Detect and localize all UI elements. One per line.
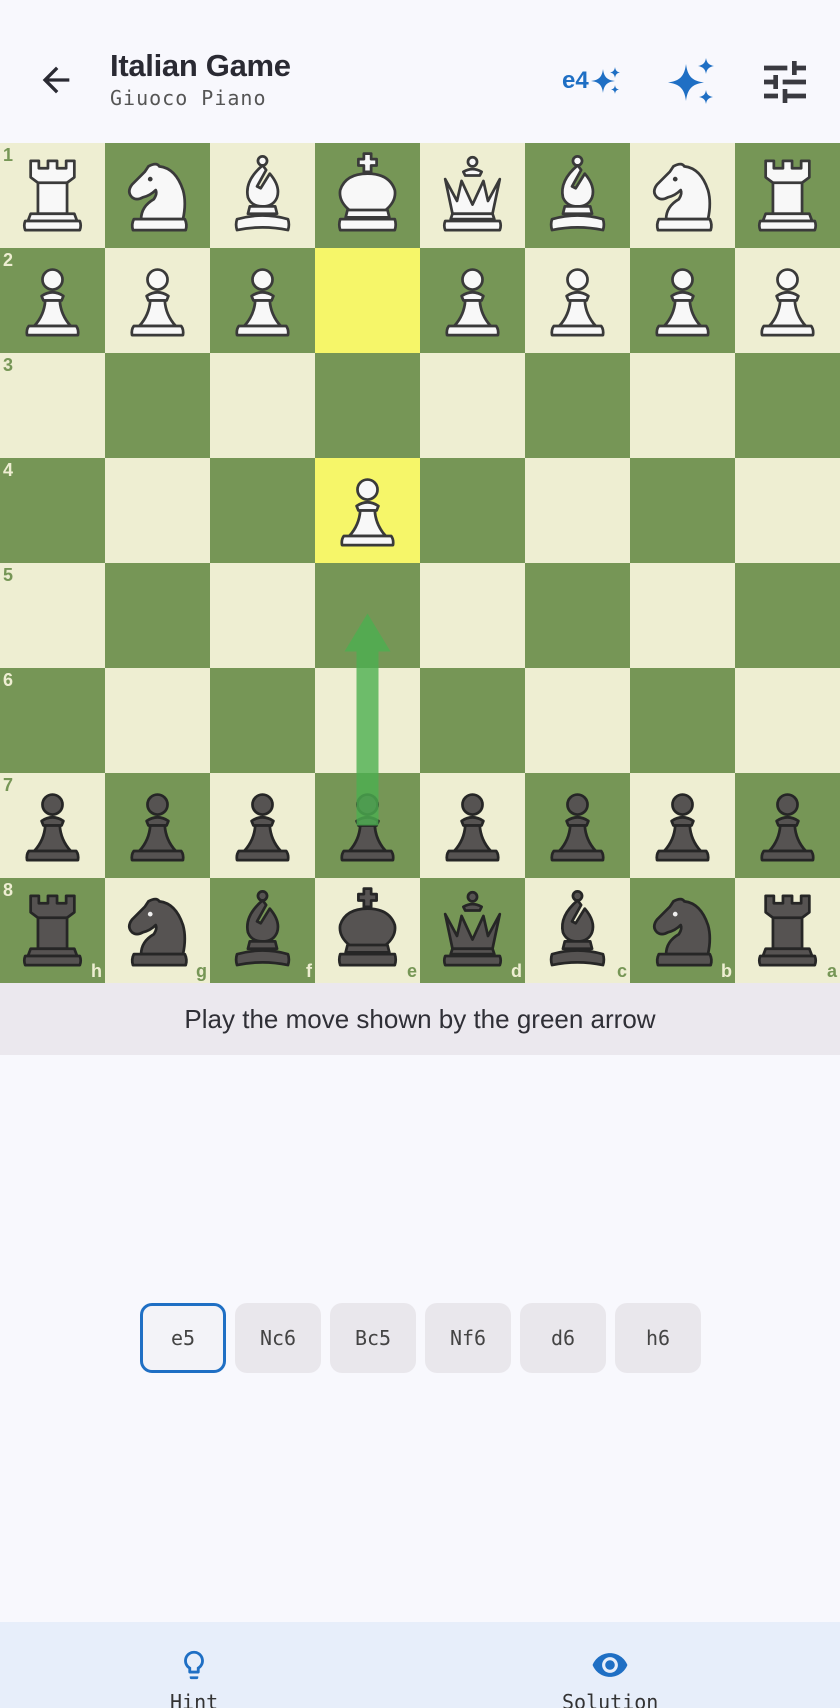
square-b6[interactable] bbox=[630, 668, 735, 773]
square-a4[interactable] bbox=[735, 458, 840, 563]
black-pawn-c7[interactable] bbox=[532, 780, 623, 871]
square-g5[interactable] bbox=[105, 563, 210, 668]
square-b4[interactable] bbox=[630, 458, 735, 563]
square-c4[interactable] bbox=[525, 458, 630, 563]
square-h6[interactable]: 6 bbox=[0, 668, 105, 773]
move-choice-d6[interactable]: d6 bbox=[520, 1303, 606, 1373]
square-d4[interactable] bbox=[420, 458, 525, 563]
black-queen-d8[interactable] bbox=[427, 885, 518, 976]
move-choices: e5 Nc6 Bc5 Nf6 d6 h6 bbox=[140, 1303, 701, 1373]
square-a5[interactable] bbox=[735, 563, 840, 668]
white-pawn-e4[interactable] bbox=[322, 465, 413, 556]
hint-label: Hint bbox=[170, 1690, 219, 1708]
eye-icon bbox=[592, 1653, 628, 1677]
square-f3[interactable] bbox=[210, 353, 315, 458]
square-h3[interactable]: 3 bbox=[0, 353, 105, 458]
square-e2[interactable] bbox=[315, 248, 420, 353]
white-bishop-c1[interactable] bbox=[532, 150, 623, 241]
square-d5[interactable] bbox=[420, 563, 525, 668]
move-choice-e5[interactable]: e5 bbox=[140, 1303, 226, 1373]
white-pawn-h2[interactable] bbox=[7, 255, 98, 346]
instruction-bar: Play the move shown by the green arrow bbox=[0, 983, 840, 1055]
rank-label-6: 6 bbox=[3, 670, 14, 690]
arrow-back-icon bbox=[42, 66, 70, 94]
ai-assist-button[interactable] bbox=[664, 54, 720, 110]
lightbulb-icon bbox=[184, 1650, 204, 1680]
current-move-badge[interactable]: e4 bbox=[562, 62, 621, 100]
square-e5[interactable] bbox=[315, 563, 420, 668]
square-h5[interactable]: 5 bbox=[0, 563, 105, 668]
white-pawn-f2[interactable] bbox=[217, 255, 308, 346]
black-pawn-g7[interactable] bbox=[112, 780, 203, 871]
page-subtitle: Giuoco Piano bbox=[110, 86, 267, 110]
white-knight-b1[interactable] bbox=[637, 150, 728, 241]
tune-icon bbox=[764, 61, 806, 103]
square-c3[interactable] bbox=[525, 353, 630, 458]
app-bar: Italian Game Giuoco Piano e4 bbox=[0, 0, 840, 143]
chess-board[interactable]: 12345678hgfedcba bbox=[0, 143, 840, 983]
white-pawn-c2[interactable] bbox=[532, 255, 623, 346]
black-pawn-d7[interactable] bbox=[427, 780, 518, 871]
title-block: Italian Game Giuoco Piano bbox=[110, 48, 291, 110]
bottom-nav: Hint Solution bbox=[0, 1622, 840, 1708]
rank-label-4: 4 bbox=[3, 460, 14, 480]
move-choice-Nf6[interactable]: Nf6 bbox=[425, 1303, 511, 1373]
white-queen-d1[interactable] bbox=[427, 150, 518, 241]
black-bishop-c8[interactable] bbox=[532, 885, 623, 976]
move-choice-Nc6[interactable]: Nc6 bbox=[235, 1303, 321, 1373]
square-d6[interactable] bbox=[420, 668, 525, 773]
settings-button[interactable] bbox=[757, 54, 813, 110]
square-g3[interactable] bbox=[105, 353, 210, 458]
instruction-text: Play the move shown by the green arrow bbox=[184, 1003, 656, 1034]
square-b3[interactable] bbox=[630, 353, 735, 458]
square-f6[interactable] bbox=[210, 668, 315, 773]
solution-label: Solution bbox=[562, 1690, 659, 1708]
white-pawn-d2[interactable] bbox=[427, 255, 518, 346]
square-a3[interactable] bbox=[735, 353, 840, 458]
white-pawn-g2[interactable] bbox=[112, 255, 203, 346]
black-pawn-a7[interactable] bbox=[742, 780, 833, 871]
black-pawn-h7[interactable] bbox=[7, 780, 98, 871]
black-knight-g8[interactable] bbox=[112, 885, 203, 976]
black-pawn-e7[interactable] bbox=[322, 780, 413, 871]
white-pawn-b2[interactable] bbox=[637, 255, 728, 346]
rank-label-5: 5 bbox=[3, 565, 14, 585]
move-choice-Bc5[interactable]: Bc5 bbox=[330, 1303, 416, 1373]
back-button[interactable] bbox=[28, 52, 84, 108]
ai-sparkle-icon bbox=[668, 58, 714, 104]
square-f5[interactable] bbox=[210, 563, 315, 668]
current-move-label: e4 bbox=[562, 67, 589, 94]
black-rook-a8[interactable] bbox=[742, 885, 833, 976]
move-choice-h6[interactable]: h6 bbox=[615, 1303, 701, 1373]
square-f4[interactable] bbox=[210, 458, 315, 563]
white-bishop-f1[interactable] bbox=[217, 150, 308, 241]
square-e6[interactable] bbox=[315, 668, 420, 773]
page-title: Italian Game bbox=[110, 48, 291, 83]
square-e3[interactable] bbox=[315, 353, 420, 458]
black-knight-b8[interactable] bbox=[637, 885, 728, 976]
white-pawn-a2[interactable] bbox=[742, 255, 833, 346]
square-b5[interactable] bbox=[630, 563, 735, 668]
square-h4[interactable]: 4 bbox=[0, 458, 105, 563]
square-c6[interactable] bbox=[525, 668, 630, 773]
square-a6[interactable] bbox=[735, 668, 840, 773]
square-d3[interactable] bbox=[420, 353, 525, 458]
square-c5[interactable] bbox=[525, 563, 630, 668]
sparkle-small-icon bbox=[590, 67, 620, 94]
white-rook-a1[interactable] bbox=[742, 150, 833, 241]
square-g4[interactable] bbox=[105, 458, 210, 563]
white-knight-g1[interactable] bbox=[112, 150, 203, 241]
black-pawn-b7[interactable] bbox=[637, 780, 728, 871]
black-king-e8[interactable] bbox=[322, 885, 413, 976]
white-king-e1[interactable] bbox=[322, 150, 413, 241]
square-g6[interactable] bbox=[105, 668, 210, 773]
hint-button[interactable]: Hint bbox=[170, 1646, 218, 1708]
black-bishop-f8[interactable] bbox=[217, 885, 308, 976]
rank-label-3: 3 bbox=[3, 355, 14, 375]
black-rook-h8[interactable] bbox=[7, 885, 98, 976]
black-pawn-f7[interactable] bbox=[217, 780, 308, 871]
solution-button[interactable]: Solution bbox=[562, 1646, 658, 1708]
white-rook-h1[interactable] bbox=[7, 150, 98, 241]
